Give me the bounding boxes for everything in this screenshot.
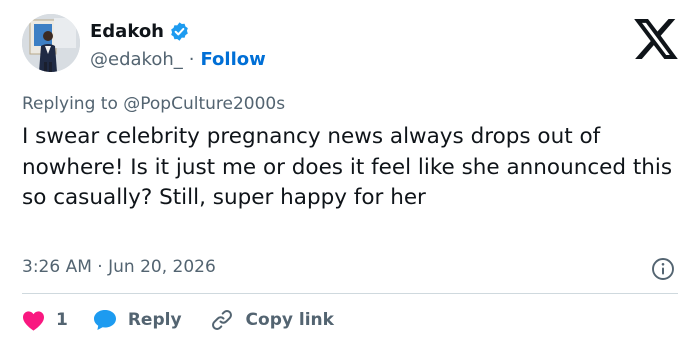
reply-label: Reply xyxy=(127,310,182,330)
tweet-text: I swear celebrity pregnancy news always … xyxy=(22,124,673,210)
like-button[interactable]: 1 xyxy=(22,310,68,331)
replying-to-prefix: Replying to xyxy=(22,94,118,114)
verified-badge-icon xyxy=(169,21,190,42)
link-icon xyxy=(210,308,234,332)
author-handle-row: @edakoh_ · Follow xyxy=(90,49,266,70)
speech-bubble-icon xyxy=(93,309,117,331)
tweet-date: Jun 20, 2026 xyxy=(108,257,216,277)
info-icon[interactable] xyxy=(651,257,675,281)
action-bar: 1 Reply Copy link xyxy=(22,306,334,334)
replying-to: Replying to @PopCulture2000s xyxy=(22,94,285,114)
avatar[interactable] xyxy=(22,14,80,72)
author-name[interactable]: Edakoh xyxy=(90,21,164,42)
like-count: 1 xyxy=(56,310,68,330)
author-name-row: Edakoh xyxy=(90,21,190,42)
replying-to-mention[interactable]: @PopCulture2000s xyxy=(123,94,285,114)
heart-icon xyxy=(22,310,45,331)
x-logo-icon[interactable] xyxy=(634,19,678,59)
tweet-timestamp[interactable]: 3:26 AM · Jun 20, 2026 xyxy=(22,257,216,277)
author-handle[interactable]: @edakoh_ xyxy=(90,49,183,70)
timestamp-separator: · xyxy=(97,257,103,277)
avatar-photo xyxy=(22,14,80,72)
copy-link-button[interactable]: Copy link xyxy=(210,308,334,332)
follow-button[interactable]: Follow xyxy=(200,49,265,70)
separator-dot: · xyxy=(188,49,195,70)
tweet-time: 3:26 AM xyxy=(22,257,92,277)
copy-link-label: Copy link xyxy=(245,310,334,330)
reply-button[interactable]: Reply xyxy=(93,309,182,331)
divider xyxy=(22,293,678,294)
